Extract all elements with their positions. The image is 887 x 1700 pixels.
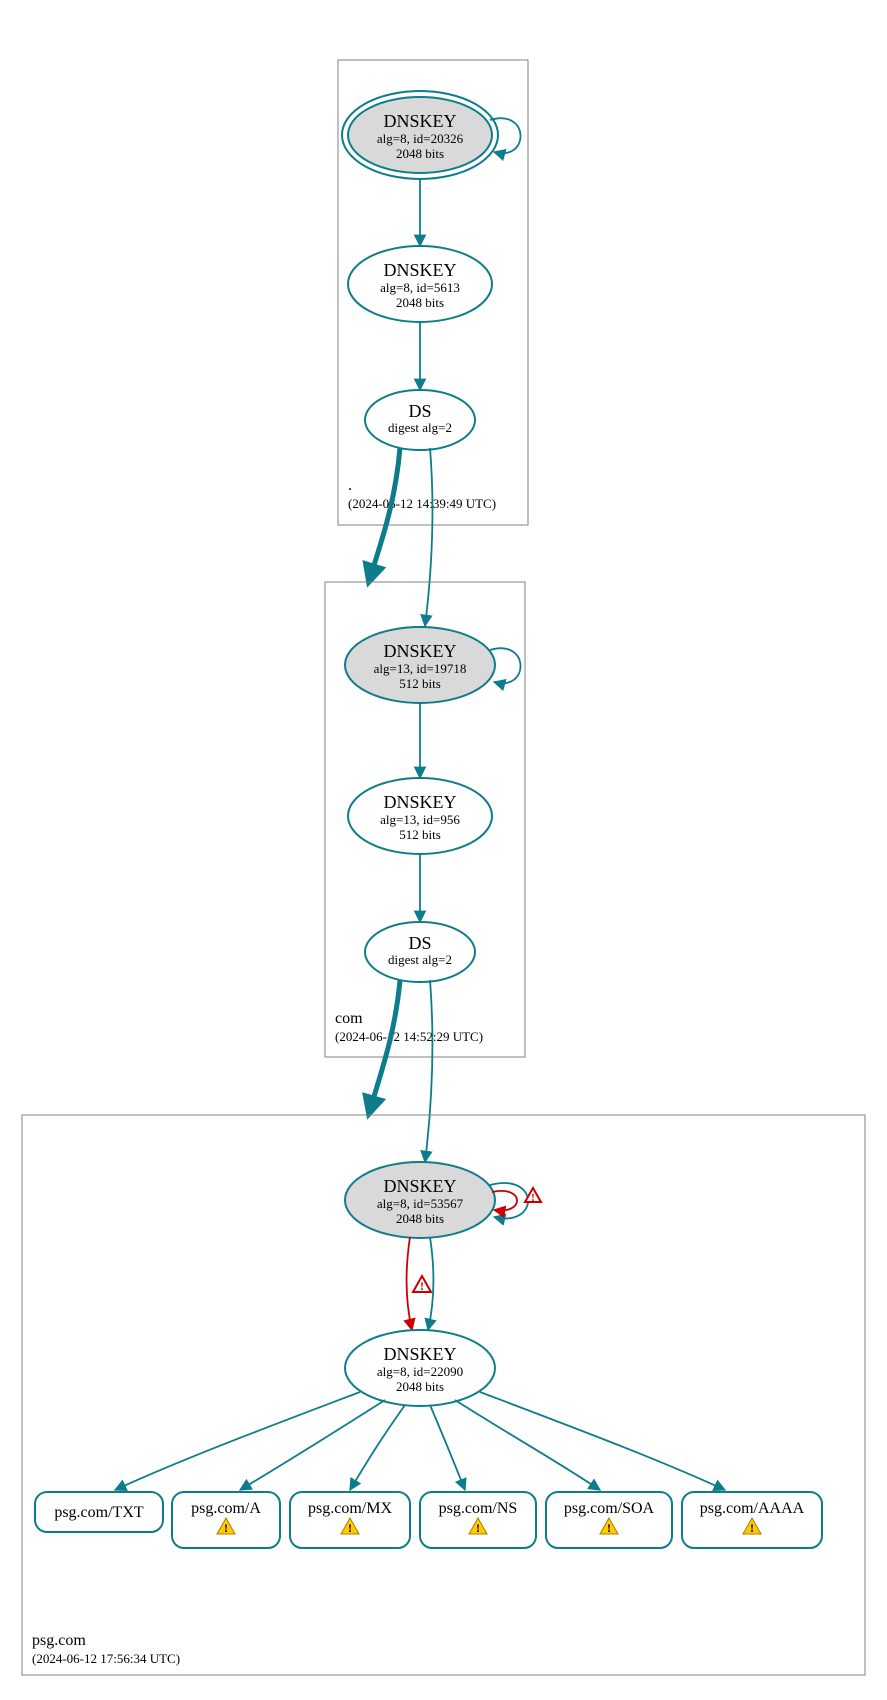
- node-title: DNSKEY: [383, 792, 456, 812]
- zone-time-psg: (2024-06-12 17:56:34 UTC): [32, 1651, 180, 1666]
- rrset-ns: psg.com/NS !: [420, 1492, 536, 1548]
- node-line2: 2048 bits: [396, 146, 444, 161]
- node-title: DS: [408, 401, 431, 421]
- svg-text:!: !: [420, 1279, 424, 1293]
- svg-text:!: !: [531, 1192, 535, 1204]
- node-line2: 2048 bits: [396, 295, 444, 310]
- node-title: DNSKEY: [383, 260, 456, 280]
- node-title: DS: [408, 933, 431, 953]
- svg-text:!: !: [224, 1521, 228, 1535]
- rrset-soa: psg.com/SOA !: [546, 1492, 672, 1548]
- zone-label-com: com: [335, 1010, 363, 1027]
- edge-psg-zsk-txt: [115, 1392, 360, 1490]
- rrset-a: psg.com/A !: [172, 1492, 280, 1548]
- rrset-label: psg.com/TXT: [54, 1504, 144, 1521]
- node-psg-ksk: DNSKEY alg=8, id=53567 2048 bits: [345, 1162, 495, 1238]
- rrset-label: psg.com/AAAA: [700, 1500, 805, 1517]
- node-line1: digest alg=2: [388, 952, 452, 967]
- node-psg-zsk: DNSKEY alg=8, id=22090 2048 bits: [345, 1330, 495, 1406]
- node-title: DNSKEY: [383, 641, 456, 661]
- edge-com-deleg-psg: [370, 980, 400, 1110]
- edge-root-ds-com-ksk: [425, 448, 432, 626]
- node-root-ds: DS digest alg=2: [365, 390, 475, 450]
- node-line1: digest alg=2: [388, 420, 452, 435]
- zone-time-com: (2024-06-12 14:52:29 UTC): [335, 1029, 483, 1044]
- node-com-ds: DS digest alg=2: [365, 922, 475, 982]
- node-line1: alg=13, id=19718: [374, 661, 467, 676]
- node-line2: 2048 bits: [396, 1211, 444, 1226]
- rrset-mx: psg.com/MX !: [290, 1492, 410, 1548]
- edge-psg-zsk-a: [240, 1400, 385, 1490]
- edge-psg-zsk-aaaa: [480, 1392, 725, 1490]
- rrset-label: psg.com/A: [191, 1500, 261, 1517]
- edge-psg-zsk-soa: [455, 1400, 600, 1490]
- svg-text:!: !: [476, 1521, 480, 1535]
- node-line1: alg=13, id=956: [380, 812, 460, 827]
- node-line2: 512 bits: [399, 676, 441, 691]
- node-title: DNSKEY: [383, 111, 456, 131]
- rrset-label: psg.com/MX: [308, 1500, 392, 1517]
- node-title: DNSKEY: [383, 1176, 456, 1196]
- zone-time-root: (2024-06-12 14:39:49 UTC): [348, 496, 496, 511]
- edge-psg-ksk-zsk-error: [406, 1237, 412, 1330]
- svg-text:!: !: [348, 1521, 352, 1535]
- node-line2: 2048 bits: [396, 1379, 444, 1394]
- edge-root-deleg-com: [370, 448, 400, 578]
- node-line1: alg=8, id=22090: [377, 1364, 463, 1379]
- edge-com-ds-psg-ksk: [425, 980, 432, 1162]
- svg-text:!: !: [607, 1521, 611, 1535]
- rrset-label: psg.com/NS: [439, 1500, 518, 1517]
- node-com-ksk: DNSKEY alg=13, id=19718 512 bits: [345, 627, 495, 703]
- node-root-ksk: DNSKEY alg=8, id=20326 2048 bits: [342, 91, 498, 179]
- error-triangle-icon: !: [413, 1276, 431, 1293]
- node-line2: 512 bits: [399, 827, 441, 842]
- zone-label-root: .: [348, 477, 352, 494]
- rrset-txt: psg.com/TXT: [35, 1492, 163, 1532]
- error-triangle-icon: !: [525, 1188, 541, 1204]
- rrset-label: psg.com/SOA: [564, 1500, 655, 1517]
- node-line1: alg=8, id=5613: [380, 280, 460, 295]
- node-root-zsk: DNSKEY alg=8, id=5613 2048 bits: [348, 246, 492, 322]
- rrset-aaaa: psg.com/AAAA !: [682, 1492, 822, 1548]
- node-line1: alg=8, id=20326: [377, 131, 464, 146]
- node-line1: alg=8, id=53567: [377, 1196, 464, 1211]
- node-com-zsk: DNSKEY alg=13, id=956 512 bits: [348, 778, 492, 854]
- node-title: DNSKEY: [383, 1344, 456, 1364]
- zone-label-psg: psg.com: [32, 1632, 86, 1649]
- edge-psg-zsk-ns: [430, 1405, 465, 1490]
- edge-psg-ksk-zsk: [428, 1237, 434, 1330]
- dnssec-graph: DNSKEY alg=8, id=20326 2048 bits DNSKEY …: [0, 0, 887, 1700]
- svg-text:!: !: [750, 1521, 754, 1535]
